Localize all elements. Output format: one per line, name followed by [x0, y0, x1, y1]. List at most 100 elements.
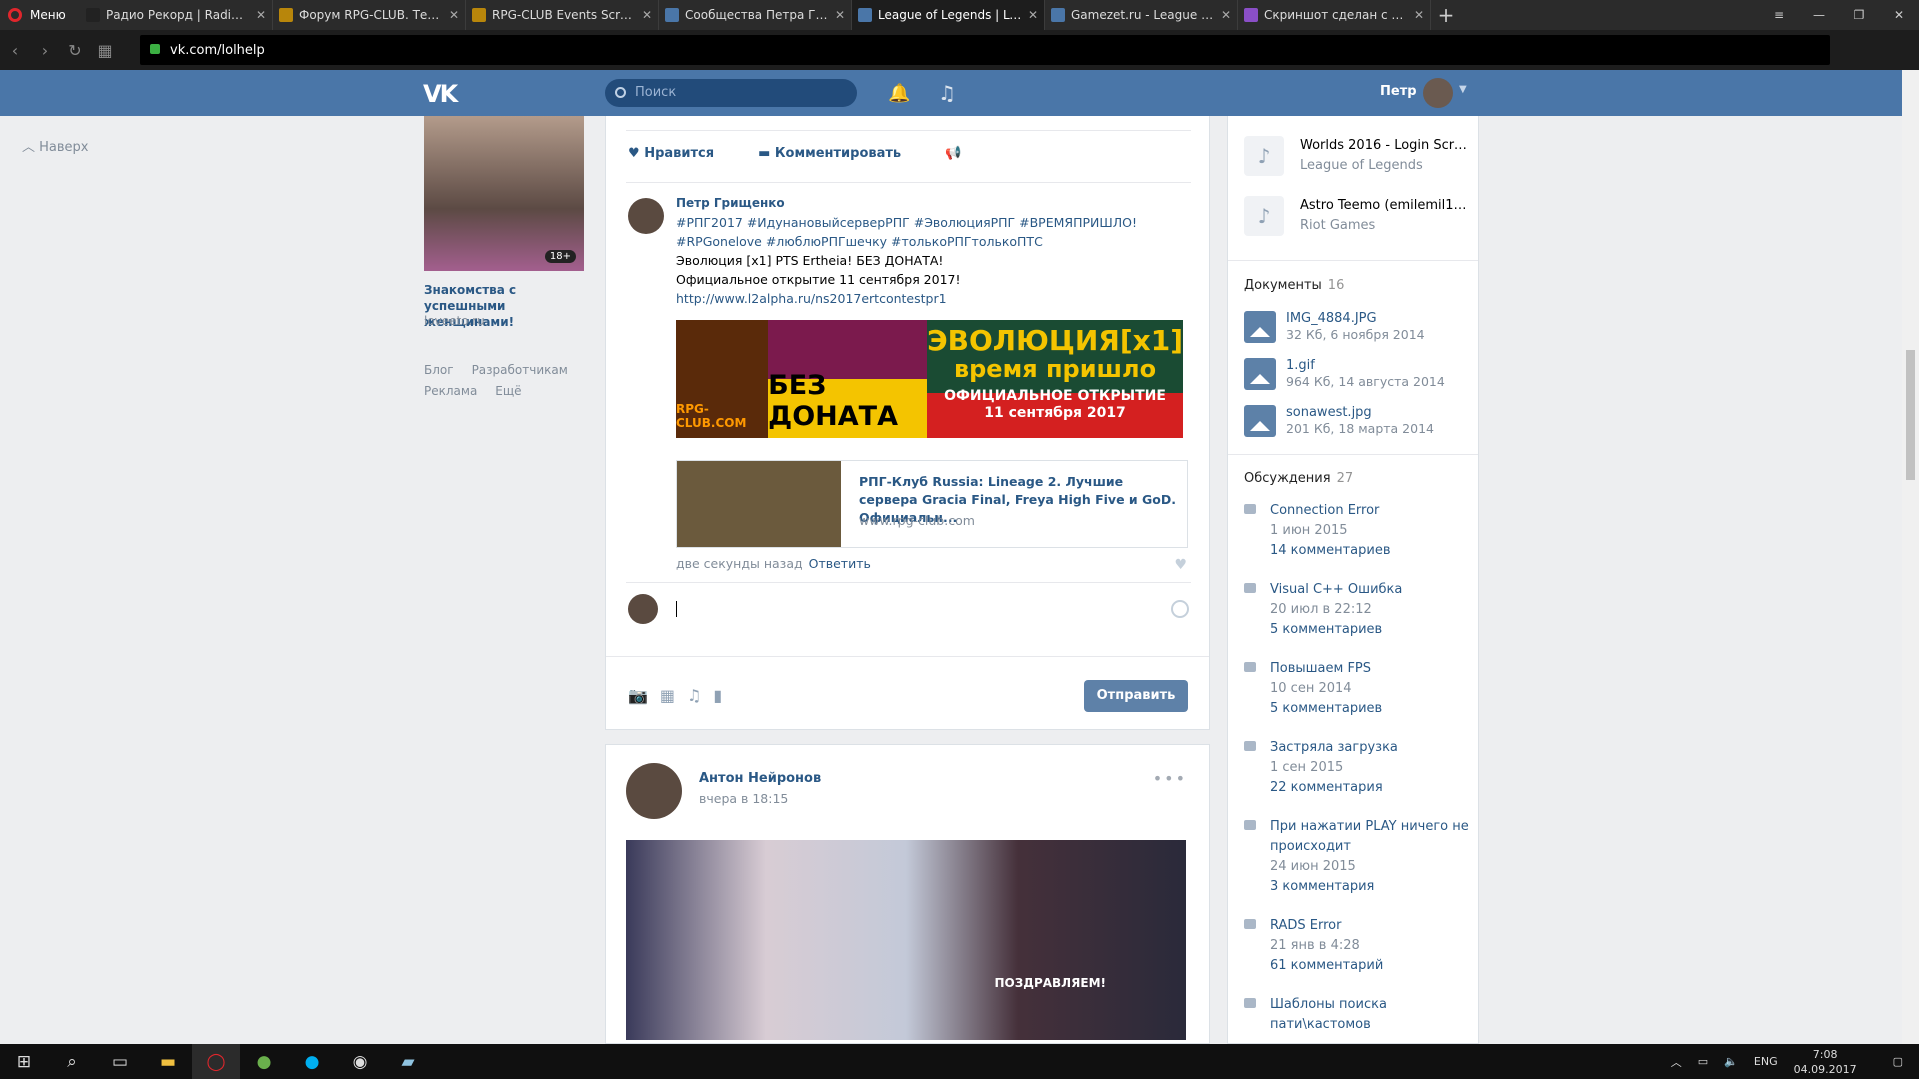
document-item[interactable]: sonawest.jpg 201 Кб, 18 марта 2014: [1244, 405, 1434, 437]
audio-item[interactable]: ♪ Worlds 2016 - Login Scre... League of L…: [1244, 136, 1470, 176]
browser-menu-button[interactable]: Меню: [0, 8, 80, 22]
emoji-icon[interactable]: [1171, 600, 1189, 618]
windows-start-icon[interactable]: ⊞: [0, 1044, 48, 1079]
forward-icon[interactable]: ›: [30, 41, 60, 60]
chevron-down-icon[interactable]: ▼: [1459, 84, 1467, 95]
close-icon[interactable]: ✕: [449, 8, 459, 22]
audio-item[interactable]: ♪ Astro Teemo (emilemil1 ... Riot Games: [1244, 196, 1470, 236]
comment-input[interactable]: [676, 601, 677, 617]
banner-middle: БЕЗ ДОНАТА: [768, 320, 928, 438]
music-note-icon[interactable]: ♪: [1244, 136, 1284, 176]
footer-more-link[interactable]: Ещё: [495, 384, 521, 398]
tab-vk-communities[interactable]: Сообщества Петра Грищ ✕: [659, 0, 852, 30]
post-card: ♥ Нравится ▬ Комментировать 📢 Петр Грище…: [605, 116, 1210, 730]
reply-button[interactable]: Ответить: [809, 556, 871, 571]
back-icon[interactable]: ‹: [0, 41, 30, 60]
music-note-icon[interactable]: ♪: [1244, 196, 1284, 236]
reload-icon[interactable]: ↻: [60, 41, 90, 60]
search-icon[interactable]: ⌕: [48, 1044, 96, 1079]
post-author[interactable]: Антон Нейронов: [699, 771, 821, 786]
comment-author[interactable]: Петр Грищенко: [676, 196, 785, 210]
promo-banner[interactable]: RPG-CLUB.COM БЕЗ ДОНАТА ЭВОЛЮЦИЯ[x1] вре…: [676, 320, 1183, 438]
search-input[interactable]: Поиск: [605, 79, 857, 107]
vk-logo[interactable]: VK: [423, 80, 458, 108]
post-avatar[interactable]: [626, 763, 682, 819]
speed-dial-icon[interactable]: ▦: [90, 41, 120, 60]
close-icon[interactable]: ✕: [1414, 8, 1424, 22]
documents-heading[interactable]: Документы 16: [1244, 278, 1344, 293]
opera-icon[interactable]: ◯: [192, 1044, 240, 1079]
tab-lolhelp[interactable]: League of Legends | LOLH ✕: [852, 0, 1045, 30]
utorrent-icon[interactable]: ●: [240, 1044, 288, 1079]
ad-image[interactable]: 18+: [424, 116, 584, 271]
heart-icon[interactable]: ♥: [1174, 557, 1187, 573]
document-item[interactable]: IMG_4884.JPG 32 Кб, 6 ноября 2014: [1244, 311, 1425, 343]
skype-icon[interactable]: ●: [288, 1044, 336, 1079]
url-field[interactable]: vk.com/lolhelp: [140, 35, 1830, 65]
app-icon[interactable]: ▰: [384, 1044, 432, 1079]
post-image[interactable]: ПОЗДРАВЛЯЕМ!: [626, 840, 1186, 1040]
music-icon[interactable]: ♫: [938, 81, 956, 105]
new-tab-button[interactable]: +: [1431, 3, 1461, 27]
divider: [1228, 260, 1478, 261]
tab-rpg-events[interactable]: RPG-CLUB Events Screensh✕: [466, 0, 659, 30]
tab-rpg-forum[interactable]: Форум RPG-CLUB. Тема: P ✕: [273, 0, 466, 30]
back-to-top-button[interactable]: ︿ Наверх: [22, 136, 89, 155]
close-icon[interactable]: ✕: [256, 8, 266, 22]
like-button[interactable]: ♥ Нравится: [628, 146, 736, 161]
volume-icon[interactable]: 🔈: [1724, 1055, 1738, 1068]
tab-radio-record[interactable]: Радио Рекорд | Radio Rec ✕: [80, 0, 273, 30]
tab-screenshot[interactable]: Скриншот сделан с помо ✕: [1238, 0, 1431, 30]
close-icon[interactable]: ✕: [1028, 8, 1038, 22]
close-window-icon[interactable]: ✕: [1879, 0, 1919, 30]
tab-gamezet[interactable]: Gamezet.ru - League of Le ✕: [1045, 0, 1238, 30]
discussion-item[interactable]: Шаблоны поиска пати\кастомов: [1244, 995, 1474, 1035]
camera-icon[interactable]: 📷: [628, 686, 648, 705]
hashtags-line[interactable]: #RPGonelove #люблюРПГшечку #толькоРПГтол…: [676, 232, 1176, 251]
task-view-icon[interactable]: ▭: [96, 1044, 144, 1079]
footer-ads-link[interactable]: Реклама: [424, 384, 477, 398]
footer-blog-link[interactable]: Блог: [424, 363, 454, 377]
music-icon[interactable]: ♫: [687, 686, 701, 705]
ad-domain: loveeto.ru: [424, 314, 485, 328]
share-icon[interactable]: 📢: [945, 146, 961, 161]
link-preview[interactable]: РПГ-Клуб Russia: Lineage 2. Лучшие серве…: [676, 460, 1188, 548]
clock[interactable]: 7:08 04.09.2017: [1794, 1047, 1857, 1077]
close-icon[interactable]: ✕: [1221, 8, 1231, 22]
scrollbar-thumb[interactable]: [1906, 350, 1915, 480]
user-name[interactable]: Петр: [1380, 84, 1417, 99]
notifications-icon[interactable]: ▢: [1893, 1055, 1903, 1068]
bell-icon[interactable]: 🔔: [888, 83, 910, 104]
comment-url[interactable]: http://www.l2alpha.ru/ns2017ertcontestpr…: [676, 289, 1176, 308]
restore-icon[interactable]: ❐: [1839, 0, 1879, 30]
discussion-item[interactable]: Застряла загрузка 1 сен 2015 22 комментари…: [1244, 738, 1474, 798]
discussion-item[interactable]: Visual C++ Ошибка 20 июл в 22:12 5 коммент…: [1244, 580, 1474, 640]
close-icon[interactable]: ✕: [642, 8, 652, 22]
language-indicator[interactable]: ENG: [1754, 1055, 1778, 1068]
more-icon[interactable]: •••: [1153, 769, 1187, 788]
video-icon[interactable]: ▦: [660, 686, 675, 705]
document-item[interactable]: 1.gif 964 Кб, 14 августа 2014: [1244, 358, 1445, 390]
discussion-item[interactable]: При нажатии PLAY ничего не происходит 24 …: [1244, 817, 1474, 897]
steam-icon[interactable]: ◉: [336, 1044, 384, 1079]
close-icon[interactable]: ✕: [835, 8, 845, 22]
discussion-item[interactable]: RADS Error 21 янв в 4:28 61 комментарий: [1244, 916, 1474, 976]
avatar[interactable]: [1423, 78, 1453, 108]
network-icon[interactable]: ▭: [1698, 1055, 1708, 1068]
discussion-item[interactable]: Connection Error 1 июн 2015 14 комментарие…: [1244, 501, 1474, 561]
discussion-item[interactable]: Повышаем FPS 10 сен 2014 5 комментариев: [1244, 659, 1474, 719]
tab-menu-icon[interactable]: ≡: [1759, 0, 1799, 30]
document-icon[interactable]: ▮: [713, 686, 722, 705]
chevron-up-icon[interactable]: ︿: [1671, 1054, 1682, 1070]
comment-button[interactable]: ▬ Комментировать: [758, 146, 923, 161]
discussions-heading[interactable]: Обсуждения 27: [1244, 471, 1353, 486]
scrollbar[interactable]: [1902, 70, 1919, 1044]
folder-icon[interactable]: ▬: [144, 1044, 192, 1079]
comment-avatar[interactable]: [628, 198, 664, 234]
footer-dev-link[interactable]: Разработчикам: [472, 363, 568, 377]
comment-time[interactable]: две секунды назад: [676, 556, 803, 571]
hashtags-line[interactable]: #РПГ2017 #ИдунановыйсерверРПГ #ЭволюцияР…: [676, 213, 1176, 232]
minimize-icon[interactable]: —: [1799, 0, 1839, 30]
post-date[interactable]: вчера в 18:15: [699, 791, 788, 806]
send-button[interactable]: Отправить: [1084, 680, 1188, 712]
